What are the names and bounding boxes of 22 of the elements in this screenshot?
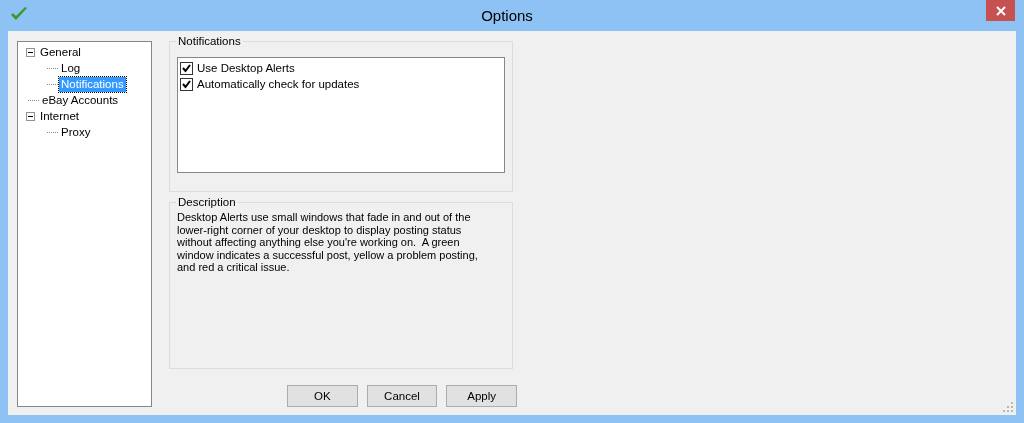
description-text: Desktop Alerts use small windows that fade in and out of the lower-right corner of your desktop to display posting status without affecting anything else you're working on. A green window indicates a successful post, yellow a problem posting, and red a critical issue.: [177, 211, 479, 274]
checkbox[interactable]: [180, 61, 193, 75]
checkbox[interactable]: [180, 77, 193, 91]
checkbox-label[interactable]: Automatically check for updates: [197, 78, 360, 90]
apply-button[interactable]: Apply: [446, 385, 517, 407]
tree-item[interactable]: eBay Accounts: [40, 92, 121, 108]
tree-item[interactable]: Internet: [38, 108, 81, 124]
group-title: Description: [176, 196, 238, 209]
close-icon: [995, 5, 1006, 16]
close-button[interactable]: [986, 0, 1015, 21]
collapse-toggle[interactable]: [26, 47, 35, 57]
tree-item[interactable]: Proxy: [59, 124, 93, 140]
cancel-button[interactable]: Cancel: [366, 385, 438, 407]
window-title: Options: [480, 7, 534, 24]
ok-button[interactable]: OK: [287, 385, 358, 407]
tree-item[interactable]: Log: [59, 60, 83, 76]
checkbox-label[interactable]: Use Desktop Alerts: [197, 62, 295, 74]
resize-grip-icon: [1003, 402, 1014, 413]
checkmark-icon: [10, 6, 28, 22]
tree-item[interactable]: General: [38, 44, 83, 60]
collapse-toggle[interactable]: [26, 111, 35, 121]
group-title: Notifications: [176, 35, 243, 48]
